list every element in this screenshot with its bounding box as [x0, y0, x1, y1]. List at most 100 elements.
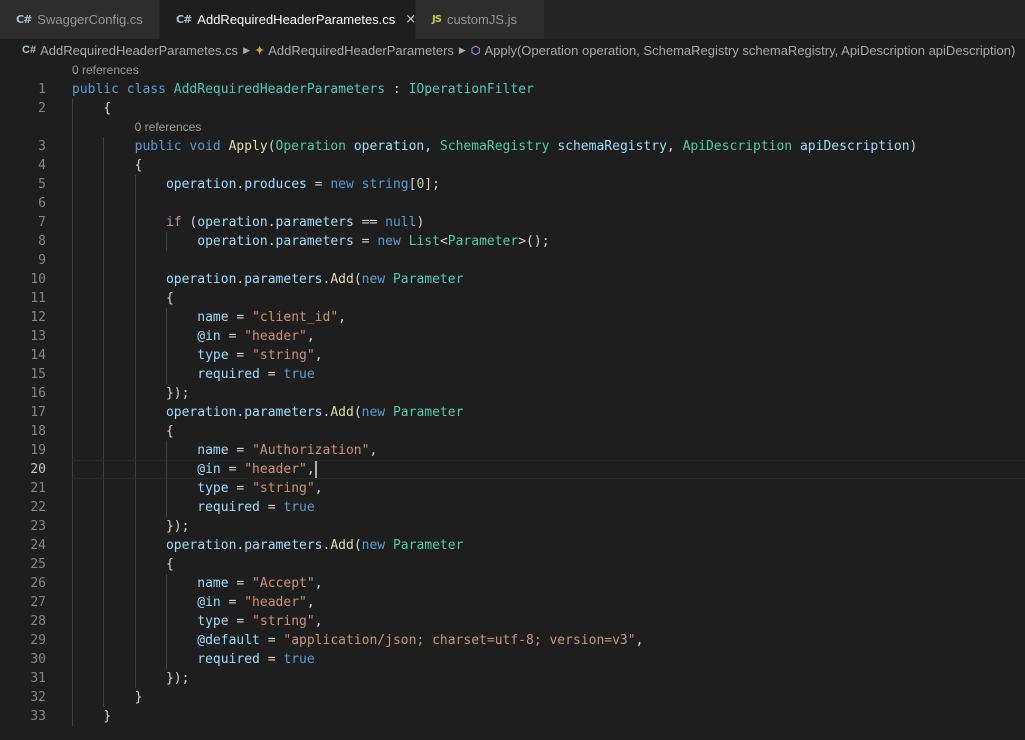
line-number: 8 [38, 234, 46, 249]
code-token: < [439, 234, 448, 249]
tab-label: SwaggerConfig.cs [37, 12, 143, 27]
code-token: ( [267, 139, 276, 154]
code-line[interactable]: 10 operation.parameters.Add(new Parameter [0, 270, 1025, 289]
javascript-file-icon: JS [432, 14, 442, 25]
code-token: IOperationFilter [408, 82, 534, 97]
code-text: name = "Accept", [197, 574, 322, 593]
code-token: produces [244, 177, 307, 192]
codelens-references[interactable]: 0 references [72, 61, 139, 80]
breadcrumb-method[interactable]: ⬡ Apply(Operation operation, SchemaRegis… [471, 43, 1015, 58]
code-line[interactable]: 16}); [0, 384, 1025, 403]
code-line[interactable]: 22 required = true [0, 498, 1025, 517]
tab-customjs[interactable]: JS customJS.js [416, 0, 545, 39]
method-cube-icon: ⬡ [470, 44, 481, 57]
line-number: 24 [30, 538, 46, 553]
code-text: public void Apply(Operation operation, S… [135, 137, 918, 156]
breadcrumb-file[interactable]: C# AddRequiredHeaderParametes.cs [22, 43, 238, 58]
line-number: 32 [30, 690, 46, 705]
code-token: = [228, 310, 253, 325]
code-line[interactable]: 4{ [0, 156, 1025, 175]
code-line[interactable]: 7 if (operation.parameters == null) [0, 213, 1025, 232]
line-number: 1 [38, 82, 46, 97]
code-line[interactable]: 29 @default = "application/json; charset=… [0, 631, 1025, 650]
code-token: AddRequiredHeaderParameters [173, 82, 386, 97]
code-token: "string" [252, 348, 315, 363]
code-editor[interactable]: 0 references 1 public class AddRequiredHea… [0, 61, 1025, 740]
code-token: schemaRegistry [557, 139, 667, 154]
code-token: = [259, 652, 284, 667]
code-token: new [361, 538, 386, 553]
code-line[interactable]: 33} [0, 707, 1025, 726]
code-token: , [635, 633, 644, 648]
codelens-references[interactable]: 0 references [135, 118, 202, 137]
code-text: { [166, 555, 174, 574]
code-text: } [103, 707, 111, 726]
code-text: name = "client_id", [197, 308, 346, 327]
code-token: = [220, 462, 245, 477]
code-line[interactable]: 30 required = true [0, 650, 1025, 669]
code-line[interactable]: 27 @in = "header", [0, 593, 1025, 612]
code-token: new [377, 234, 401, 249]
code-line[interactable]: 19 name = "Authorization", [0, 441, 1025, 460]
code-token: = [259, 500, 284, 515]
code-text: type = "string", [197, 346, 322, 365]
tab-addrequiredheaderparametes[interactable]: C# AddRequiredHeaderParametes.cs × [160, 0, 416, 39]
code-line[interactable]: 28 type = "string", [0, 612, 1025, 631]
code-line[interactable]: 26 name = "Accept", [0, 574, 1025, 593]
code-token: required [197, 367, 260, 382]
code-line[interactable]: 9 [0, 251, 1025, 270]
code-line[interactable]: 8 operation.parameters = new List<Paramet… [0, 232, 1025, 251]
close-icon[interactable]: × [405, 12, 416, 27]
tab-swaggerconfig[interactable]: C# SwaggerConfig.cs [0, 0, 160, 39]
code-text: { [103, 99, 111, 118]
code-line[interactable]: 2{ [0, 99, 1025, 118]
code-line[interactable]: 21 type = "string", [0, 479, 1025, 498]
code-line[interactable]: 18 { [0, 422, 1025, 441]
code-token: , [314, 614, 323, 629]
code-line[interactable]: 24 operation.parameters.Add(new Parameter [0, 536, 1025, 555]
code-token: operation [353, 139, 425, 154]
editor-window: C# SwaggerConfig.cs C# AddRequiredHeader… [0, 0, 1025, 740]
code-line[interactable]: 20 @in = "header", [0, 460, 1025, 479]
code-token: name [197, 310, 229, 325]
code-line[interactable]: 15 required = true [0, 365, 1025, 384]
code-line[interactable]: 6 [0, 194, 1025, 213]
code-token: ( [353, 538, 362, 553]
breadcrumb-class[interactable]: ✦ AddRequiredHeaderParameters [255, 43, 454, 58]
code-line[interactable]: 17 operation.parameters.Add(new Parameter [0, 403, 1025, 422]
code-token: true [283, 367, 315, 382]
code-token: type [197, 481, 229, 496]
line-number: 6 [38, 196, 46, 211]
code-token: , [306, 329, 315, 344]
code-token: parameters [244, 272, 323, 287]
code-token: , [314, 348, 323, 363]
code-line[interactable]: 5 operation.produces = new string[0]; [0, 175, 1025, 194]
code-token: Operation [275, 139, 346, 154]
code-token: }); [165, 671, 190, 686]
code-token: , [424, 139, 440, 154]
code-token: = [220, 595, 245, 610]
code-token: class [126, 82, 166, 97]
line-number: 27 [30, 595, 46, 610]
code-line[interactable]: 31}); [0, 669, 1025, 688]
line-number: 26 [30, 576, 46, 591]
code-text: } [135, 688, 143, 707]
code-line[interactable]: 25 { [0, 555, 1025, 574]
code-line[interactable]: 3 public void Apply(Operation operation, … [0, 137, 1025, 156]
code-line[interactable]: 11 { [0, 289, 1025, 308]
code-token: @in [197, 329, 221, 344]
code-line[interactable]: 1 public class AddRequiredHeaderParameter… [0, 80, 1025, 99]
code-line[interactable]: 13 @in = "header", [0, 327, 1025, 346]
code-token: = [228, 348, 253, 363]
code-line[interactable]: 32} [0, 688, 1025, 707]
code-line[interactable]: 23}); [0, 517, 1025, 536]
code-line[interactable]: 14 type = "string", [0, 346, 1025, 365]
code-line[interactable]: 12 name = "client_id", [0, 308, 1025, 327]
